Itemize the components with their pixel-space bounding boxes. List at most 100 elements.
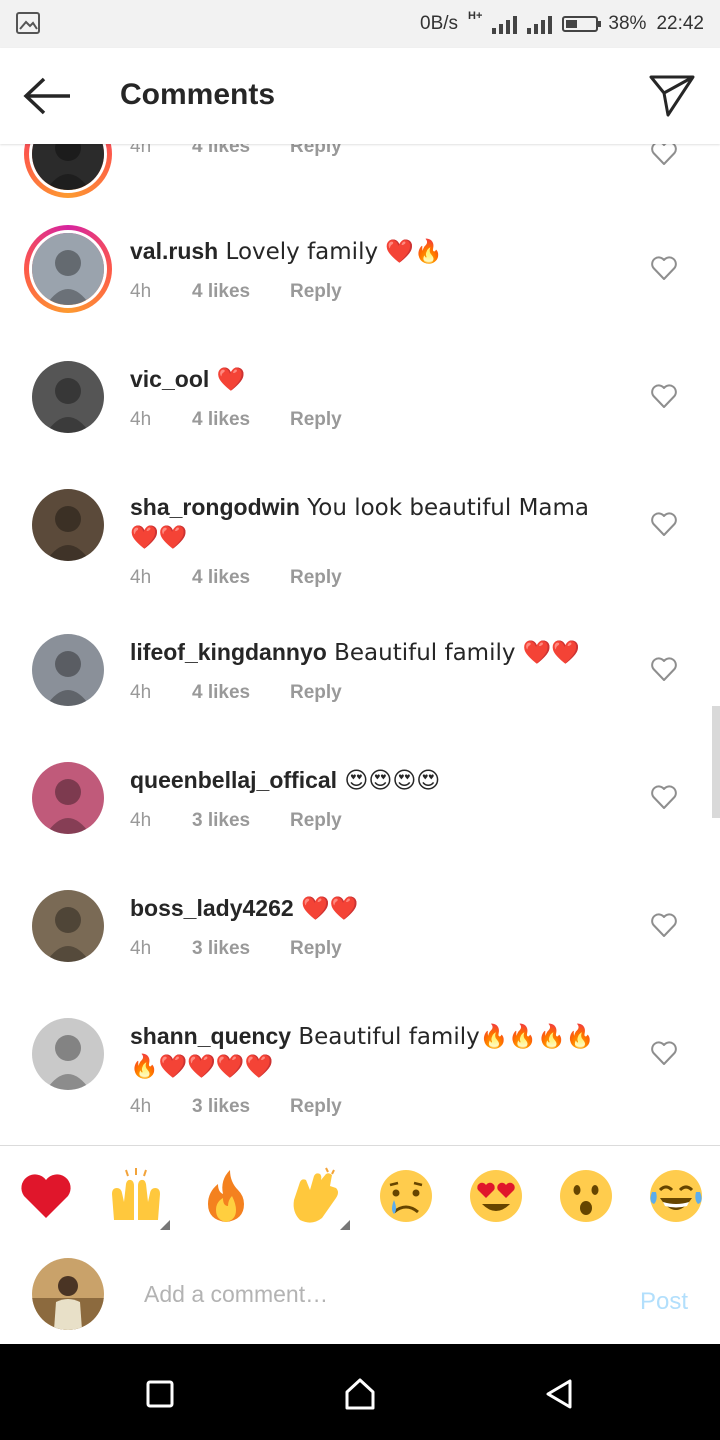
skin-tone-indicator-2 bbox=[340, 1220, 350, 1230]
signal-icon bbox=[492, 14, 518, 34]
back-arrow-icon[interactable] bbox=[22, 76, 74, 116]
comment-text-line: lifeof_kingdannyo Beautiful family ❤️❤️ bbox=[130, 638, 610, 668]
battery-level: 38% bbox=[608, 13, 647, 34]
post-button[interactable]: Post bbox=[640, 1288, 688, 1316]
avatar[interactable] bbox=[24, 144, 112, 198]
comment-text-line: queenbellaj_offical 😍😍😍😍 bbox=[130, 766, 610, 796]
battery-icon bbox=[562, 16, 602, 32]
emoji-red-heart[interactable] bbox=[16, 1166, 76, 1226]
comment-text: 😍😍😍😍 bbox=[337, 768, 441, 794]
comment-time: 4h bbox=[130, 810, 152, 831]
emoji-tears-of-joy[interactable] bbox=[646, 1166, 706, 1226]
reply-button[interactable]: Reply bbox=[290, 934, 342, 963]
page-title: Comments bbox=[120, 78, 276, 111]
comment-meta: 4h 4 likes Reply bbox=[130, 678, 610, 707]
comment-body: queenbellaj_offical 😍😍😍😍 4h 3 likes Reply bbox=[130, 766, 610, 835]
comment-body: shann_quency Beautiful family🔥🔥🔥🔥🔥❤️❤️❤️… bbox=[130, 1022, 610, 1121]
system-nav-bar bbox=[0, 1344, 720, 1440]
comment-username[interactable]: val.rush bbox=[130, 238, 218, 264]
comment-likes[interactable]: 3 likes bbox=[192, 934, 290, 963]
emoji-raising-hands[interactable] bbox=[106, 1166, 166, 1226]
avatar[interactable] bbox=[32, 1018, 104, 1090]
like-heart-icon[interactable] bbox=[650, 1040, 678, 1066]
comment-text-line: sha_rongodwin You look beautiful Mama ❤️… bbox=[130, 493, 600, 553]
like-heart-icon[interactable] bbox=[650, 784, 678, 810]
scrollbar-thumb[interactable] bbox=[712, 706, 720, 818]
emoji-heart-eyes[interactable] bbox=[466, 1166, 526, 1226]
like-heart-icon[interactable] bbox=[650, 656, 678, 682]
comment-meta: 4h 3 likes Reply bbox=[130, 806, 610, 835]
like-heart-icon[interactable] bbox=[650, 912, 678, 938]
recents-square-icon[interactable] bbox=[140, 1374, 180, 1414]
comment-meta: 4h 3 likes Reply bbox=[130, 1092, 610, 1121]
comment-time: 4h bbox=[130, 409, 152, 430]
comment-time: 4h bbox=[130, 144, 152, 157]
comment-meta: 4h 4 likes Reply bbox=[130, 405, 610, 434]
comment-time: 4h bbox=[130, 1096, 152, 1117]
emoji-crying-face[interactable] bbox=[376, 1166, 436, 1226]
comment-likes[interactable]: 4 likes bbox=[192, 144, 290, 161]
comment-likes[interactable]: 4 likes bbox=[192, 563, 290, 592]
like-heart-icon[interactable] bbox=[650, 383, 678, 409]
avatar[interactable] bbox=[32, 762, 104, 834]
avatar[interactable] bbox=[32, 361, 104, 433]
avatar[interactable] bbox=[24, 225, 112, 313]
network-speed: 0B/s bbox=[420, 13, 459, 34]
reply-button[interactable]: Reply bbox=[290, 405, 342, 434]
current-user-avatar bbox=[32, 1258, 104, 1330]
comment-time: 4h bbox=[130, 938, 152, 959]
comment-username[interactable]: vic_ool bbox=[130, 366, 209, 392]
clock: 22:42 bbox=[656, 13, 704, 34]
like-heart-icon[interactable] bbox=[650, 255, 678, 281]
avatar[interactable] bbox=[32, 489, 104, 561]
reply-button[interactable]: Reply bbox=[290, 144, 342, 161]
back-triangle-icon[interactable] bbox=[540, 1374, 580, 1414]
comment-meta: 4h 4 likes Reply bbox=[130, 277, 610, 306]
comment-text-line: val.rush Lovely family ❤️🔥 bbox=[130, 237, 610, 267]
comment-likes[interactable]: 4 likes bbox=[192, 678, 290, 707]
emoji-fire[interactable] bbox=[196, 1166, 256, 1226]
comment-likes[interactable]: 4 likes bbox=[192, 405, 290, 434]
comment-likes[interactable]: 3 likes bbox=[192, 1092, 290, 1121]
comment-meta: 4h 4 likes Reply bbox=[130, 563, 610, 592]
comment-likes[interactable]: 4 likes bbox=[192, 277, 290, 306]
avatar[interactable] bbox=[32, 890, 104, 962]
comment-username[interactable]: lifeof_kingdannyo bbox=[130, 639, 327, 665]
emoji-clapping-hands[interactable] bbox=[286, 1166, 346, 1226]
comment-text-line: vic_ool ❤️ bbox=[130, 365, 610, 395]
comment-text: ❤️ bbox=[209, 367, 246, 393]
comment-composer: Post bbox=[0, 1244, 720, 1344]
reply-button[interactable]: Reply bbox=[290, 563, 342, 592]
comments-header: Comments bbox=[0, 48, 720, 144]
emoji-quick-bar bbox=[0, 1145, 720, 1245]
comment-body: sha_rongodwin You look beautiful Mama ❤️… bbox=[130, 493, 610, 592]
status-bar: 0B/s H+ 38% 22:42 bbox=[0, 0, 720, 48]
like-heart-icon[interactable] bbox=[650, 144, 678, 166]
gallery-icon bbox=[16, 12, 40, 34]
reply-button[interactable]: Reply bbox=[290, 806, 342, 835]
home-icon[interactable] bbox=[340, 1374, 380, 1414]
reply-button[interactable]: Reply bbox=[290, 678, 342, 707]
comment-body: boss_lady4262 ❤️❤️ 4h 3 likes Reply bbox=[130, 894, 610, 963]
comment-likes[interactable]: 3 likes bbox=[192, 806, 290, 835]
avatar[interactable] bbox=[32, 634, 104, 706]
comment-body: vic_ool ❤️ 4h 4 likes Reply bbox=[130, 365, 610, 434]
comment-body: val.rush Lovely family ❤️🔥 4h 4 likes Reply bbox=[130, 237, 610, 306]
comment-username[interactable]: queenbellaj_offical bbox=[130, 767, 337, 793]
reply-button[interactable]: Reply bbox=[290, 1092, 342, 1121]
comment-username[interactable]: shann_quency bbox=[130, 1023, 291, 1049]
comment-time: 4h bbox=[130, 281, 152, 302]
comment-time: 4h bbox=[130, 682, 152, 703]
direct-send-icon[interactable] bbox=[648, 72, 696, 118]
reply-button[interactable]: Reply bbox=[290, 277, 342, 306]
comment-time: 4h bbox=[130, 567, 152, 588]
comment-username[interactable]: boss_lady4262 bbox=[130, 895, 294, 921]
comment-meta: 4h 4 likes Reply bbox=[130, 144, 610, 161]
comment-input[interactable] bbox=[144, 1274, 604, 1314]
comment-text: Lovely family ❤️🔥 bbox=[218, 239, 443, 265]
comment-list[interactable]: 4h 4 likes Reply val.rush Lovely family ❤️🔥… bbox=[0, 144, 720, 1144]
emoji-astonished-face[interactable] bbox=[556, 1166, 616, 1226]
like-heart-icon[interactable] bbox=[650, 511, 678, 537]
comment-username[interactable]: sha_rongodwin bbox=[130, 494, 300, 520]
comment-body: lifeof_kingdannyo Beautiful family ❤️❤️ 4… bbox=[130, 638, 610, 707]
